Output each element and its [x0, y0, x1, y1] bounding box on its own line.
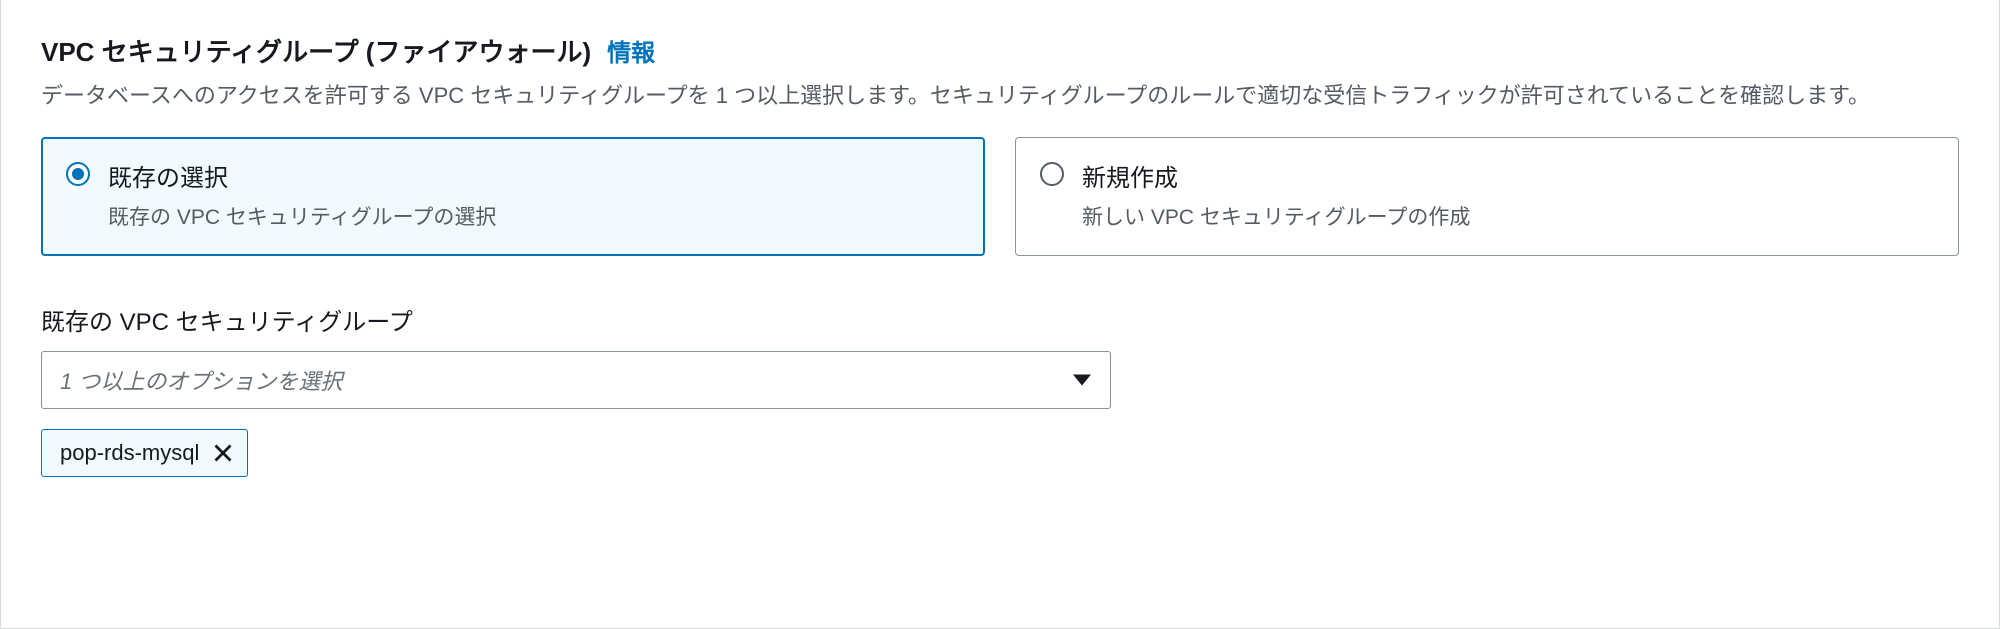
radio-option-title: 既存の選択: [108, 158, 960, 193]
radio-option-existing[interactable]: 既存の選択 既存の VPC セキュリティグループの選択: [41, 137, 985, 256]
selected-sg-tag: pop-rds-mysql: [41, 429, 248, 477]
chevron-down-icon: [1073, 375, 1091, 386]
vpc-security-group-panel: VPC セキュリティグループ (ファイアウォール) 情報 データベースへのアクセ…: [0, 0, 2000, 629]
radio-option-desc: 既存の VPC セキュリティグループの選択: [108, 201, 960, 231]
existing-sg-field-label: 既存の VPC セキュリティグループ: [41, 302, 1959, 337]
info-link[interactable]: 情報: [607, 33, 655, 68]
radio-option-create-new[interactable]: 新規作成 新しい VPC セキュリティグループの作成: [1015, 137, 1959, 256]
radio-option-desc: 新しい VPC セキュリティグループの作成: [1082, 201, 1934, 231]
existing-sg-select-wrap: 1 つ以上のオプションを選択: [41, 351, 1111, 409]
select-placeholder: 1 つ以上のオプションを選択: [60, 364, 342, 396]
remove-tag-button[interactable]: [213, 443, 233, 463]
radio-content: 新規作成 新しい VPC セキュリティグループの作成: [1082, 158, 1934, 231]
radio-indicator-icon: [1040, 162, 1064, 186]
section-header: VPC セキュリティグループ (ファイアウォール) 情報: [41, 32, 1959, 69]
existing-sg-select[interactable]: 1 つ以上のオプションを選択: [41, 351, 1111, 409]
radio-content: 既存の選択 既存の VPC セキュリティグループの選択: [108, 158, 960, 231]
section-description: データベースへのアクセスを許可する VPC セキュリティグループを 1 つ以上選…: [41, 79, 1901, 113]
radio-indicator-icon: [66, 162, 90, 186]
selected-tags-row: pop-rds-mysql: [41, 429, 1959, 477]
tag-label: pop-rds-mysql: [60, 440, 199, 466]
section-title: VPC セキュリティグループ (ファイアウォール): [41, 32, 591, 69]
security-group-mode-radio-group: 既存の選択 既存の VPC セキュリティグループの選択 新規作成 新しい VPC…: [41, 137, 1959, 256]
close-icon: [213, 443, 233, 463]
radio-option-title: 新規作成: [1082, 158, 1934, 193]
